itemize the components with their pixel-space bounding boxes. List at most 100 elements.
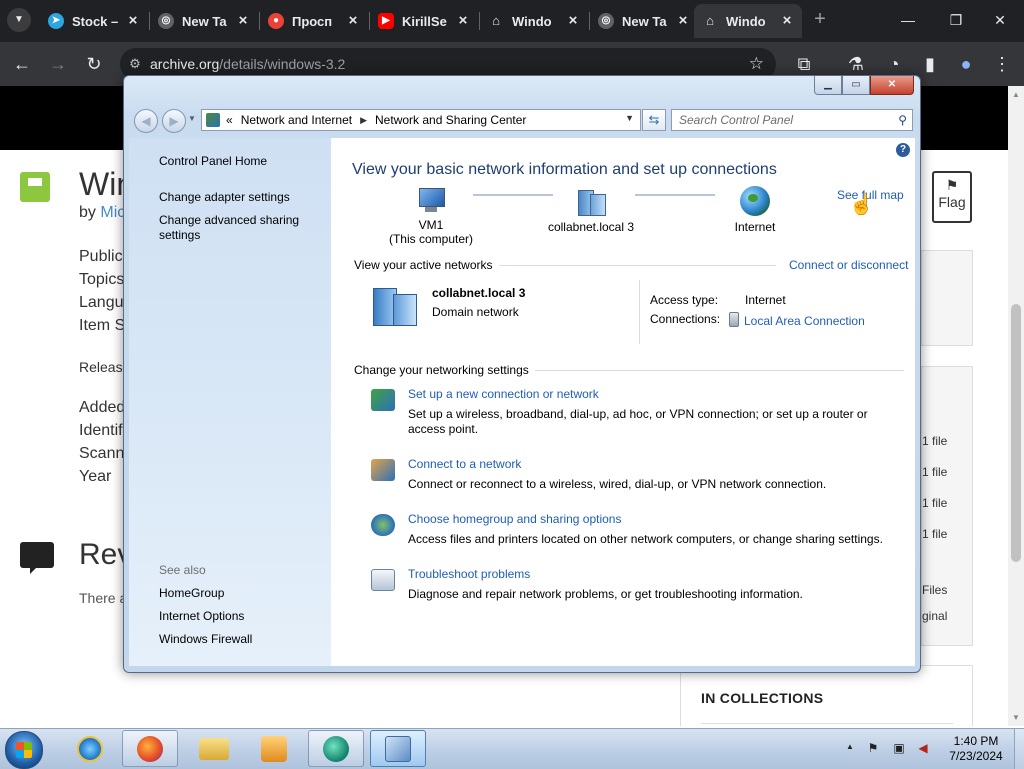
- close-tab-icon[interactable]: ×: [126, 13, 140, 28]
- back-arrow-icon[interactable]: ◀: [134, 109, 158, 133]
- scroll-down-icon[interactable]: ▼: [1012, 713, 1020, 722]
- search-icon[interactable]: ⚲: [898, 110, 907, 130]
- page-scrollbar[interactable]: ▲ ▼: [1008, 86, 1024, 726]
- file-count[interactable]: 1 file: [922, 465, 947, 479]
- side-panel-icon[interactable]: ▮: [916, 50, 944, 78]
- change-adapter-settings-link[interactable]: Change adapter settings: [159, 190, 319, 205]
- close-tab-icon[interactable]: ×: [676, 13, 690, 28]
- extensions-icon[interactable]: ⧉: [790, 50, 818, 78]
- taskbar-app[interactable]: [308, 730, 364, 767]
- connect-network-icon: [371, 459, 395, 481]
- address-dropdown-icon[interactable]: ▼: [625, 113, 634, 123]
- close-tab-icon[interactable]: ×: [566, 13, 580, 28]
- bookmark-star-icon[interactable]: ☆: [749, 54, 764, 74]
- internet-options-link[interactable]: Internet Options: [159, 609, 319, 624]
- start-button[interactable]: [5, 731, 43, 769]
- windows-firewall-link[interactable]: Windows Firewall: [159, 632, 319, 647]
- change-advanced-sharing-link[interactable]: Change advanced sharing settings: [159, 213, 319, 243]
- browser-tab[interactable]: ➤ Stock – ×: [40, 4, 148, 38]
- taskbar-app[interactable]: [122, 730, 178, 767]
- control-panel-home-link[interactable]: Control Panel Home: [159, 154, 319, 169]
- breadcrumb-overflow[interactable]: «: [226, 113, 233, 127]
- close-tab-icon[interactable]: ×: [346, 13, 360, 28]
- volume-muted-icon[interactable]: ◀: [916, 741, 930, 755]
- recent-pages-dropdown-icon[interactable]: ▼: [188, 114, 196, 123]
- profile-avatar-icon[interactable]: ●: [952, 50, 980, 78]
- address-breadcrumb[interactable]: « Network and Internet ▶ Network and Sha…: [201, 109, 641, 131]
- refresh-icon[interactable]: ⇆: [642, 109, 666, 131]
- extension-icon[interactable]: ◔: [880, 50, 908, 78]
- main-pane: ? View your basic network information an…: [331, 138, 915, 666]
- original-label[interactable]: ginal: [922, 609, 947, 623]
- hand-cursor-icon: ☝: [849, 194, 874, 216]
- network-node[interactable]: collabnet.local 3: [536, 188, 646, 234]
- this-computer-node[interactable]: VM1 (This computer): [386, 188, 476, 246]
- close-window-button[interactable]: ✕: [980, 6, 1020, 34]
- minimize-window-button[interactable]: —: [888, 6, 928, 34]
- browser-tab[interactable]: ● Просп ×: [260, 4, 368, 38]
- reload-button[interactable]: ↻: [80, 50, 108, 78]
- window-caption-buttons: ▁ ▭ ✕: [814, 76, 914, 96]
- minimize-button[interactable]: ▁: [814, 76, 842, 95]
- browser-tab-active[interactable]: ⌂ Windo ×: [694, 4, 802, 38]
- taskbar-app[interactable]: [62, 730, 118, 767]
- local-area-connection-link[interactable]: Local Area Connection: [729, 312, 865, 328]
- connect-or-disconnect-link[interactable]: Connect or disconnect: [784, 258, 909, 272]
- browser-tab[interactable]: ◎ New Ta ×: [150, 4, 258, 38]
- taskbar-app[interactable]: [186, 730, 242, 767]
- close-tab-icon[interactable]: ×: [780, 13, 794, 28]
- browser-tab[interactable]: ▶ KirillSe ×: [370, 4, 478, 38]
- setup-connection-link[interactable]: Set up a new connection or network: [408, 387, 599, 401]
- troubleshoot-problems-link[interactable]: Troubleshoot problems: [408, 567, 530, 581]
- menu-kebab-icon[interactable]: ⋮: [988, 50, 1016, 78]
- network-node-label: collabnet.local 3: [547, 220, 635, 234]
- taskbar-app-active[interactable]: [370, 730, 426, 767]
- show-hidden-icons-icon[interactable]: ▲: [846, 742, 854, 751]
- flag-button[interactable]: ⚑ Flag: [932, 171, 972, 223]
- scroll-up-icon[interactable]: ▲: [1012, 90, 1020, 99]
- system-clock[interactable]: 1:40 PM 7/23/2024: [940, 734, 1012, 764]
- window-content: Control Panel Home Change adapter settin…: [129, 138, 915, 666]
- action-center-flag-icon[interactable]: ⚑: [866, 741, 880, 755]
- file-count[interactable]: 1 file: [922, 496, 947, 510]
- tab-title: Windo: [726, 13, 766, 29]
- network-location-type[interactable]: Domain network: [432, 305, 519, 319]
- new-connection-icon: [371, 389, 395, 411]
- meta-label: Releas: [79, 359, 123, 375]
- file-count[interactable]: 1 file: [922, 434, 947, 448]
- taskbar-app[interactable]: [246, 730, 302, 767]
- forward-arrow-icon[interactable]: ▶: [162, 109, 186, 133]
- close-tab-icon[interactable]: ×: [456, 13, 470, 28]
- tab-title: New Ta: [182, 13, 227, 29]
- restore-window-button[interactable]: ❐: [936, 6, 976, 34]
- close-button[interactable]: ✕: [870, 76, 914, 95]
- back-button[interactable]: ←: [8, 50, 36, 78]
- show-desktop-button[interactable]: [1014, 729, 1024, 769]
- breadcrumb-network-internet[interactable]: Network and Internet: [241, 113, 352, 127]
- homegroup-sharing-link[interactable]: Choose homegroup and sharing options: [408, 512, 621, 526]
- site-info-icon[interactable]: ⚙: [120, 56, 150, 72]
- tab-search-button[interactable]: ▼: [7, 8, 31, 32]
- breadcrumb-chevron-icon[interactable]: ▶: [360, 115, 367, 126]
- search-control-panel-input[interactable]: Search Control Panel ⚲: [671, 109, 913, 131]
- browser-tab[interactable]: ⌂ Windo ×: [480, 4, 588, 38]
- file-count[interactable]: 1 file: [922, 527, 947, 541]
- homegroup-link[interactable]: HomeGroup: [159, 586, 319, 601]
- task-item: Set up a new connection or network Set u…: [371, 387, 901, 437]
- active-network-name: collabnet.local 3: [432, 286, 526, 300]
- new-tab-button[interactable]: +: [810, 8, 830, 32]
- forward-button[interactable]: →: [44, 50, 72, 78]
- internet-node[interactable]: Internet: [725, 186, 785, 234]
- help-icon[interactable]: ?: [896, 143, 910, 157]
- connect-to-network-link[interactable]: Connect to a network: [408, 457, 521, 471]
- active-network-icon[interactable]: [371, 286, 419, 326]
- close-tab-icon[interactable]: ×: [236, 13, 250, 28]
- clock-time: 1:40 PM: [953, 734, 999, 748]
- scrollbar-thumb[interactable]: [1011, 304, 1021, 562]
- network-tray-icon[interactable]: ▣: [892, 741, 906, 755]
- browser-tab[interactable]: ◎ New Ta ×: [590, 4, 698, 38]
- files-label[interactable]: Files: [922, 583, 947, 597]
- labs-flask-icon[interactable]: ⚗: [842, 50, 870, 78]
- maximize-button[interactable]: ▭: [842, 76, 870, 95]
- breadcrumb-network-sharing-center[interactable]: Network and Sharing Center: [375, 113, 526, 127]
